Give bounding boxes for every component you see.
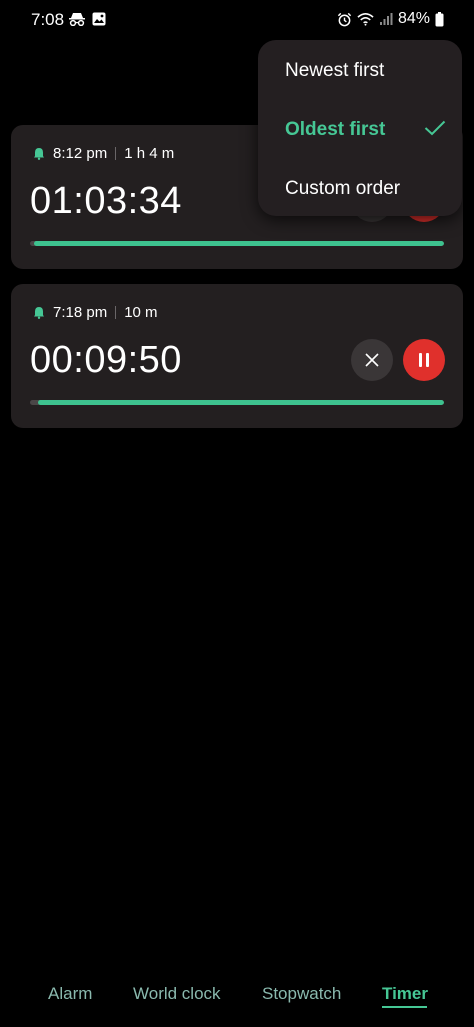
tab-stopwatch[interactable]: Stopwatch [262, 984, 341, 1004]
bottom-nav: Alarm World clock Stopwatch Timer [0, 975, 474, 1015]
timer-meta: 7:18 pm 10 m [33, 304, 158, 321]
divider [115, 306, 117, 319]
close-icon [365, 353, 379, 367]
timer-duration: 1 h 4 m [124, 145, 175, 162]
menu-item-custom-order[interactable]: Custom order [285, 178, 400, 200]
gallery-icon [92, 12, 106, 26]
signal-icon [379, 12, 393, 26]
battery-icon [435, 11, 444, 27]
active-tab-indicator [382, 1006, 427, 1008]
timer-remaining: 01:03:34 [30, 180, 182, 222]
check-icon [424, 120, 446, 136]
bell-icon [33, 147, 45, 160]
timer-end-time: 8:12 pm [53, 145, 108, 162]
status-bar: 7:08 84% [0, 0, 474, 40]
cancel-timer-button[interactable] [351, 339, 393, 381]
incognito-icon [68, 12, 86, 27]
timer-progress-bar [30, 400, 444, 405]
sort-order-menu: Newest first Oldest first Custom order [258, 40, 462, 216]
timer-progress-fill [34, 241, 444, 246]
pause-icon [419, 353, 429, 367]
wifi-icon [357, 12, 374, 26]
menu-item-newest-first[interactable]: Newest first [285, 60, 384, 82]
timer-remaining: 00:09:50 [30, 339, 182, 381]
menu-item-oldest-first[interactable]: Oldest first [285, 119, 385, 141]
bell-icon [33, 306, 45, 319]
timer-card[interactable]: 7:18 pm 10 m 00:09:50 [11, 284, 463, 428]
timer-duration: 10 m [124, 304, 158, 321]
timer-progress-fill [38, 400, 444, 405]
status-time: 7:08 [31, 10, 65, 29]
timer-end-time: 7:18 pm [53, 304, 108, 321]
tab-timer[interactable]: Timer [382, 984, 428, 1004]
divider [115, 147, 117, 160]
timer-meta: 8:12 pm 1 h 4 m [33, 145, 174, 162]
pause-timer-button[interactable] [403, 339, 445, 381]
alarm-icon [337, 12, 352, 27]
tab-alarm[interactable]: Alarm [48, 984, 92, 1004]
tab-world-clock[interactable]: World clock [133, 984, 221, 1004]
timer-progress-bar [30, 241, 444, 246]
battery-percent: 84% [397, 10, 430, 27]
